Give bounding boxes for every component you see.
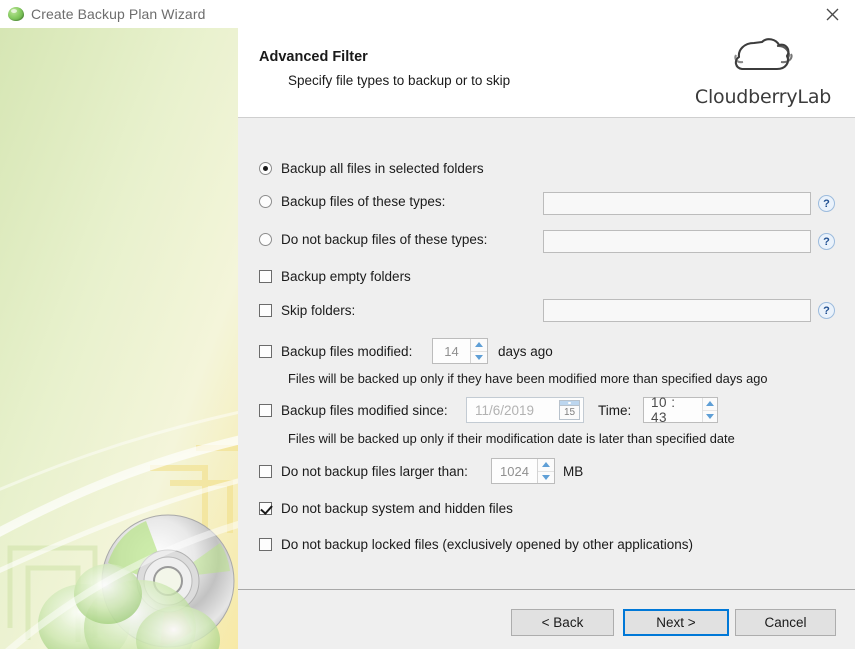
- checkbox-backup-empty-folders[interactable]: [259, 270, 272, 283]
- modified-since-date-picker[interactable]: 11/6/2019 15: [466, 397, 584, 423]
- option-max-file-size-label: Do not backup files larger than:: [281, 464, 468, 479]
- caret-down-icon: [475, 355, 483, 360]
- radio-exclude-types[interactable]: [259, 233, 272, 246]
- checkbox-max-file-size[interactable]: [259, 465, 272, 478]
- next-button[interactable]: Next >: [623, 609, 729, 636]
- cloud-logo-icon: [683, 34, 843, 80]
- page-subtitle: Specify file types to backup or to skip: [288, 73, 510, 88]
- option-exclude-types-label: Do not backup files of these types:: [281, 232, 487, 247]
- wizard-panel: Advanced Filter Specify file types to ba…: [238, 28, 855, 649]
- cancel-button[interactable]: Cancel: [735, 609, 836, 636]
- days-ago-value[interactable]: 14: [433, 339, 470, 363]
- exclude-types-input[interactable]: [543, 230, 811, 253]
- option-skip-folders[interactable]: Skip folders:: [259, 303, 355, 318]
- radio-include-types[interactable]: [259, 195, 272, 208]
- back-button-label: < Back: [542, 615, 584, 630]
- days-ago-unit-label: days ago: [498, 344, 553, 359]
- window-title: Create Backup Plan Wizard: [31, 6, 205, 22]
- checkbox-skip-folders[interactable]: [259, 304, 272, 317]
- time-increment-button[interactable]: [703, 398, 717, 411]
- close-icon: [826, 8, 839, 21]
- time-value[interactable]: 10 : 43: [644, 398, 702, 422]
- option-locked-files[interactable]: Do not backup locked files (exclusively …: [259, 537, 693, 552]
- checkbox-locked-files[interactable]: [259, 538, 272, 551]
- caret-up-icon: [475, 342, 483, 347]
- time-label: Time:: [598, 403, 631, 418]
- wizard-footer: < Back Next > Cancel: [238, 589, 855, 649]
- option-modified-days-label: Backup files modified:: [281, 344, 412, 359]
- option-max-file-size[interactable]: Do not backup files larger than:: [259, 464, 468, 479]
- time-decrement-button[interactable]: [703, 411, 717, 423]
- modified-since-date-value: 11/6/2019: [467, 403, 559, 418]
- green-cloud-icon: [8, 6, 24, 22]
- option-modified-since-label: Backup files modified since:: [281, 403, 448, 418]
- help-icon-include-types[interactable]: ?: [818, 195, 835, 212]
- advanced-filter-form: Backup all files in selected folders Bac…: [238, 119, 855, 589]
- max-file-size-unit-label: MB: [563, 464, 583, 479]
- option-system-hidden-files-label: Do not backup system and hidden files: [281, 501, 513, 516]
- caret-up-icon: [706, 401, 714, 406]
- cancel-button-label: Cancel: [764, 615, 806, 630]
- max-file-size-value[interactable]: 1024: [492, 459, 537, 483]
- days-ago-increment-button[interactable]: [471, 339, 487, 352]
- help-icon-skip-folders-label: ?: [823, 305, 830, 317]
- option-backup-all-files[interactable]: Backup all files in selected folders: [259, 161, 484, 176]
- caret-down-icon: [706, 414, 714, 419]
- wizard-banner-disc-cloud-artwork: [0, 28, 238, 649]
- option-exclude-types[interactable]: Do not backup files of these types:: [259, 232, 487, 247]
- wizard-banner-image: [0, 28, 238, 649]
- help-icon-include-types-label: ?: [823, 198, 830, 210]
- option-locked-files-label: Do not backup locked files (exclusively …: [281, 537, 693, 552]
- brand-logo: CloudberryLab: [683, 34, 843, 108]
- skip-folders-input[interactable]: [543, 299, 811, 322]
- days-ago-stepper[interactable]: 14: [432, 338, 488, 364]
- back-button[interactable]: < Back: [511, 609, 614, 636]
- option-include-types-label: Backup files of these types:: [281, 194, 445, 209]
- caret-down-icon: [542, 475, 550, 480]
- option-backup-all-files-label: Backup all files in selected folders: [281, 161, 484, 176]
- include-types-input[interactable]: [543, 192, 811, 215]
- caret-up-icon: [542, 462, 550, 467]
- modified-days-note: Files will be backed up only if they hav…: [288, 371, 767, 386]
- option-skip-folders-label: Skip folders:: [281, 303, 355, 318]
- radio-backup-all-files[interactable]: [259, 162, 272, 175]
- time-stepper[interactable]: 10 : 43: [643, 397, 718, 423]
- help-icon-exclude-types[interactable]: ?: [818, 233, 835, 250]
- checkbox-modified-since[interactable]: [259, 404, 272, 417]
- calendar-icon-day: 15: [560, 406, 579, 419]
- max-file-size-increment-button[interactable]: [538, 459, 554, 472]
- window-titlebar: Create Backup Plan Wizard: [0, 0, 855, 28]
- help-icon-exclude-types-label: ?: [823, 236, 830, 248]
- help-icon-skip-folders[interactable]: ?: [818, 302, 835, 319]
- option-backup-empty-folders[interactable]: Backup empty folders: [259, 269, 411, 284]
- max-file-size-decrement-button[interactable]: [538, 472, 554, 484]
- calendar-icon[interactable]: 15: [559, 400, 580, 420]
- panel-header: Advanced Filter Specify file types to ba…: [238, 28, 855, 118]
- close-button[interactable]: [809, 0, 855, 28]
- page-title: Advanced Filter: [259, 49, 368, 65]
- max-file-size-stepper[interactable]: 1024: [491, 458, 555, 484]
- next-button-label: Next >: [656, 615, 695, 630]
- option-modified-days[interactable]: Backup files modified:: [259, 344, 412, 359]
- option-include-types[interactable]: Backup files of these types:: [259, 194, 445, 209]
- brand-name: CloudberryLab: [683, 86, 843, 108]
- option-modified-since[interactable]: Backup files modified since:: [259, 403, 448, 418]
- days-ago-decrement-button[interactable]: [471, 352, 487, 364]
- checkbox-system-hidden-files[interactable]: [259, 502, 272, 515]
- option-system-hidden-files[interactable]: Do not backup system and hidden files: [259, 501, 513, 516]
- option-backup-empty-folders-label: Backup empty folders: [281, 269, 411, 284]
- modified-since-note: Files will be backed up only if their mo…: [288, 431, 735, 446]
- checkbox-modified-days[interactable]: [259, 345, 272, 358]
